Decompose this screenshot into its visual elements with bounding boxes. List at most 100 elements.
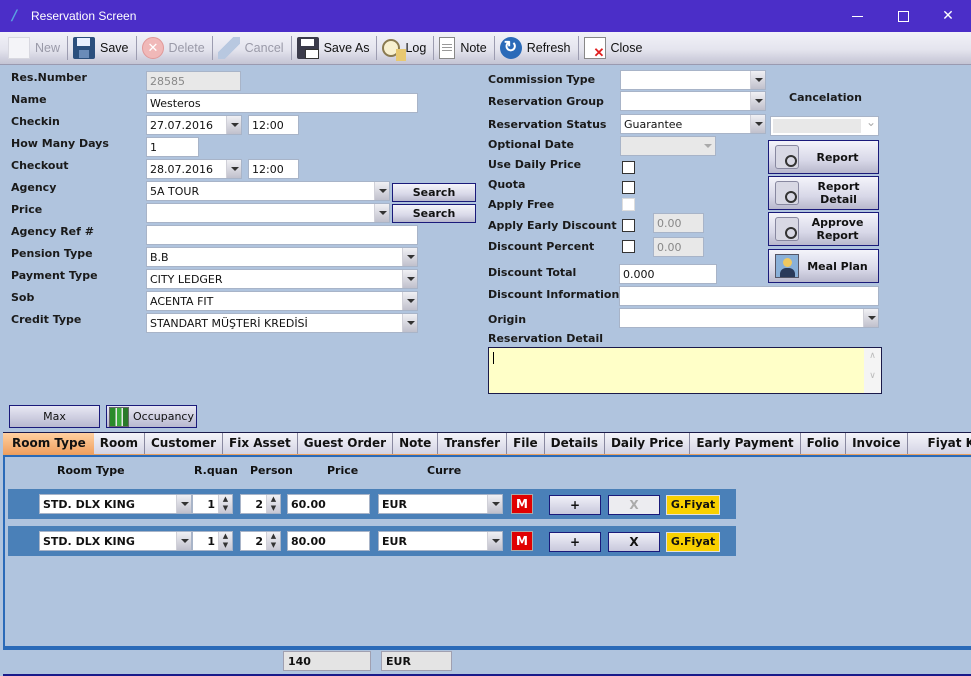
save-as-button[interactable]: Save As [295,34,374,62]
close-button[interactable]: Close [582,34,647,62]
new-button[interactable]: New [6,34,64,62]
g-fiyat-button[interactable]: G.Fiyat [666,495,720,515]
checkin-time-field[interactable]: 12:00 [248,115,299,135]
person-count-stepper[interactable]: 2 ▲ ▼ [240,531,281,551]
checkout-date-picker[interactable]: 28.07.2016 [146,159,242,179]
tab-early-payment[interactable]: Early Payment [690,433,801,454]
use-daily-price-checkbox[interactable] [622,161,635,174]
tab-transfer[interactable]: Transfer [438,433,508,454]
tab-guest-order[interactable]: Guest Order [298,433,394,454]
close-window-button[interactable]: ✕ [925,0,971,32]
quota-checkbox[interactable] [622,181,635,194]
tab-folio[interactable]: Folio [801,433,847,454]
vertical-scrollbar[interactable]: ∧ ∨ [864,348,881,393]
price-select[interactable] [146,203,390,223]
optional-date-picker[interactable] [620,136,716,156]
maximize-button[interactable] [880,0,926,32]
pension-type-select[interactable]: B.B [146,247,418,267]
reservation-status-select[interactable]: Guarantee [620,114,766,134]
price-field[interactable]: 80.00 [287,531,370,551]
chevron-down-icon[interactable] [176,532,191,550]
currency-select[interactable]: EUR [378,494,503,514]
discount-total-field[interactable]: 0.000 [619,264,717,284]
currency-select[interactable]: EUR [378,531,503,551]
approve-report-button[interactable]: Approve Report [768,212,879,246]
m-button[interactable]: M [511,494,533,514]
chevron-down-icon[interactable] [863,117,878,135]
log-button[interactable]: Log [380,34,430,62]
room-type-select[interactable]: STD. DLX KING [39,531,192,551]
tab-room[interactable]: Room [94,433,145,454]
price-search-button[interactable]: Search [392,204,476,223]
how-many-days-field[interactable]: 1 [146,137,199,157]
tab-customer[interactable]: Customer [145,433,224,454]
apply-early-discount-checkbox[interactable] [622,219,635,232]
remove-row-button[interactable]: X [608,495,660,515]
room-quantity-stepper[interactable]: 1 ▲ ▼ [192,531,233,551]
chevron-down-icon[interactable] [750,71,765,89]
checkin-date-picker[interactable]: 27.07.2016 [146,115,242,135]
tab-fiyat-kontrol[interactable]: Fiyat Kontrol [908,433,971,454]
tab-invoice[interactable]: Invoice [846,433,908,454]
payment-type-select[interactable]: CITY LEDGER [146,269,418,289]
minimize-button[interactable] [834,0,880,32]
note-button[interactable]: Note [437,34,490,62]
chevron-down-icon[interactable] [487,495,502,513]
tab-details[interactable]: Details [545,433,605,454]
add-row-button[interactable]: + [549,495,601,515]
chevron-down-icon[interactable] [402,248,417,266]
sob-select[interactable]: ACENTA FIT [146,291,418,311]
chevron-down-icon[interactable] [700,137,715,155]
chevron-down-icon[interactable] [750,92,765,110]
report-detail-button[interactable]: Report Detail [768,176,879,210]
discount-percent-checkbox[interactable] [622,240,635,253]
g-fiyat-button[interactable]: G.Fiyat [666,532,720,552]
chevron-down-icon[interactable] [863,309,878,327]
spin-arrows-icon[interactable]: ▲ ▼ [218,495,232,513]
price-field[interactable]: 60.00 [287,494,370,514]
name-field[interactable]: Westeros [146,93,418,113]
reservation-group-select[interactable] [620,91,766,111]
scroll-down-icon[interactable]: ∨ [864,371,881,381]
add-row-button[interactable]: + [549,532,601,552]
tab-daily-price[interactable]: Daily Price [605,433,691,454]
chevron-down-icon[interactable] [226,160,241,178]
agency-select[interactable]: 5A TOUR [146,181,390,201]
scroll-up-icon[interactable]: ∧ [864,351,881,361]
max-button[interactable]: Max [9,405,100,428]
discount-information-field[interactable] [619,286,879,306]
origin-select[interactable] [619,308,879,328]
tab-file[interactable]: File [507,433,545,454]
spin-arrows-icon[interactable]: ▲ ▼ [218,532,232,550]
checkout-time-field[interactable]: 12:00 [248,159,299,179]
m-button[interactable]: M [511,531,533,551]
agency-search-button[interactable]: Search [392,183,476,202]
report-button[interactable]: Report [768,140,879,174]
tab-fix-asset[interactable]: Fix Asset [223,433,298,454]
tab-note[interactable]: Note [393,433,439,454]
chevron-down-icon[interactable] [402,270,417,288]
chevron-down-icon[interactable] [226,116,241,134]
early-discount-field[interactable]: 0.00 [653,213,704,233]
res-number-field[interactable]: 28585 [146,71,241,91]
meal-plan-button[interactable]: Meal Plan [768,249,879,283]
spin-arrows-icon[interactable]: ▲ ▼ [266,532,280,550]
credit-type-select[interactable]: STANDART MÜŞTERİ KREDİSİ [146,313,418,333]
chevron-down-icon[interactable] [750,115,765,133]
discount-percent-field[interactable]: 0.00 [653,237,704,257]
room-type-select[interactable]: STD. DLX KING [39,494,192,514]
chevron-down-icon[interactable] [176,495,191,513]
spin-arrows-icon[interactable]: ▲ ▼ [266,495,280,513]
tab-room-type[interactable]: Room Type [3,433,94,454]
chevron-down-icon[interactable] [374,204,389,222]
remove-row-button[interactable]: X [608,532,660,552]
occupancy-button[interactable]: Occupancy [106,405,197,428]
delete-button[interactable]: Delete [140,34,209,62]
apply-free-checkbox[interactable] [622,198,635,211]
agency-ref-field[interactable] [146,225,418,245]
chevron-down-icon[interactable] [374,182,389,200]
room-quantity-stepper[interactable]: 1 ▲ ▼ [192,494,233,514]
refresh-button[interactable]: Refresh [498,34,575,62]
person-count-stepper[interactable]: 2 ▲ ▼ [240,494,281,514]
chevron-down-icon[interactable] [402,314,417,332]
